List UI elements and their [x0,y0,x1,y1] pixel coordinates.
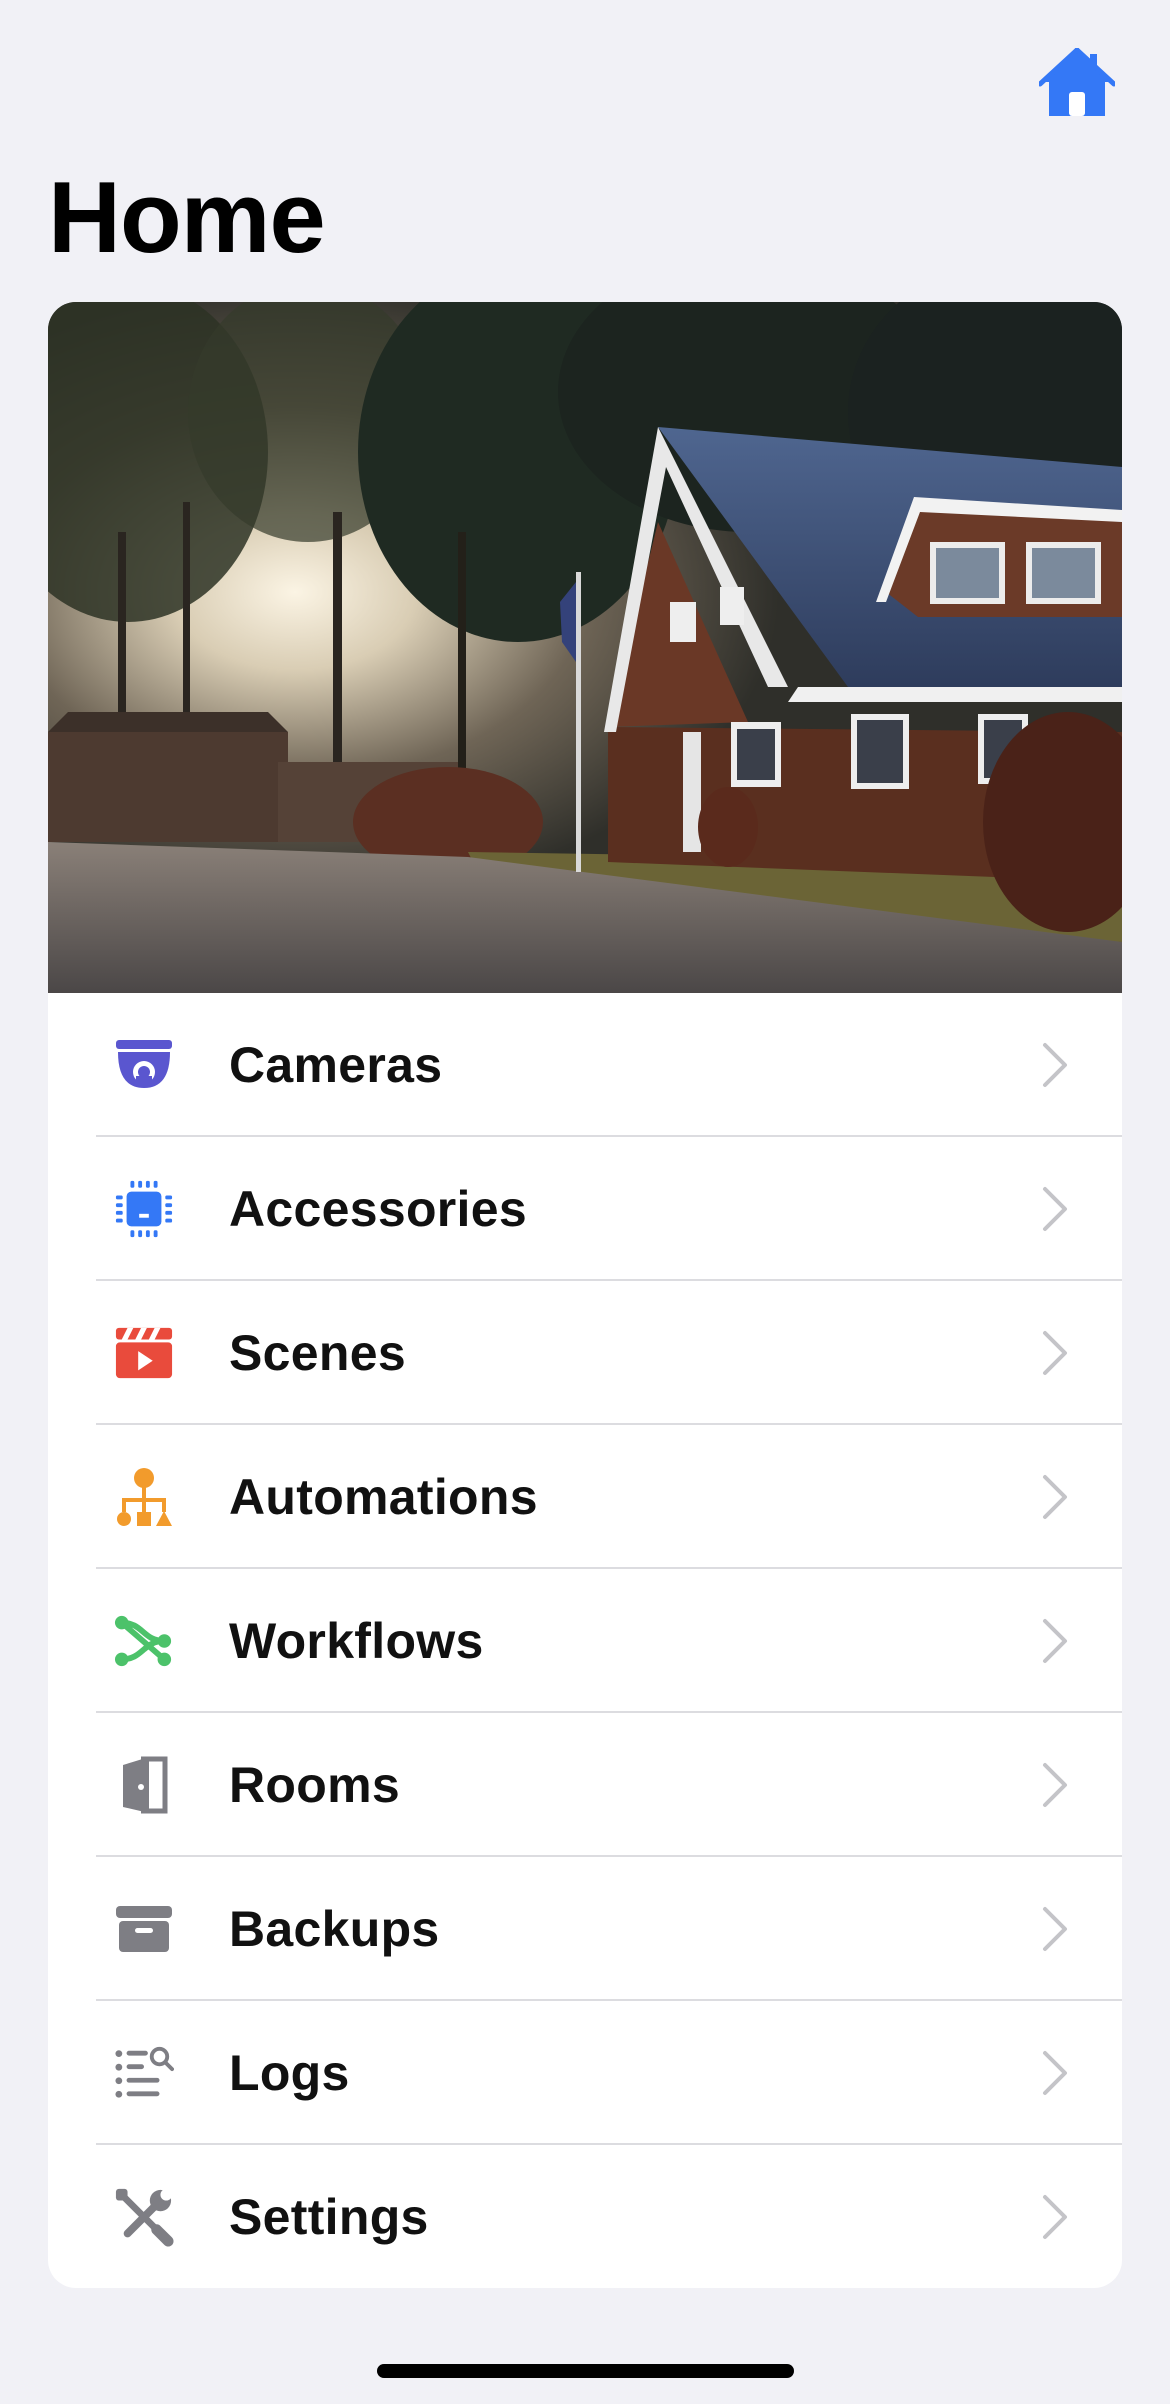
menu-item-label: Cameras [229,1037,443,1093]
menu-list: Cameras Accessories Scenes Automations W… [48,993,1122,2288]
chevron-right-icon [1043,1619,1067,1663]
menu-item-cameras[interactable]: Cameras [48,993,1122,1137]
menu-item-label: Accessories [229,1181,527,1237]
menu-item-accessories[interactable]: Accessories [48,1137,1122,1281]
share-nodes-icon [114,1611,174,1671]
menu-item-rooms[interactable]: Rooms [48,1713,1122,1857]
chevron-right-icon [1043,1043,1067,1087]
chevron-right-icon [1043,1763,1067,1807]
menu-item-workflows[interactable]: Workflows [48,1569,1122,1713]
menu-item-label: Workflows [229,1613,484,1669]
door-open-icon [114,1755,174,1815]
menu-item-scenes[interactable]: Scenes [48,1281,1122,1425]
chevron-right-icon [1043,2195,1067,2239]
list-search-icon [114,2043,174,2103]
chevron-right-icon [1043,1475,1067,1519]
house-fill-icon [1039,48,1115,116]
chip-icon [114,1179,174,1239]
home-indicator[interactable] [377,2364,794,2378]
menu-item-settings[interactable]: Settings [48,2145,1122,2288]
clapperboard-play-icon [114,1323,174,1383]
security-camera-icon [114,1035,174,1095]
hierarchy-shapes-icon [114,1467,174,1527]
home-button[interactable] [1036,42,1118,124]
archive-box-icon [114,1899,174,1959]
menu-item-label: Settings [229,2189,429,2245]
wrench-screwdriver-icon [114,2187,174,2247]
menu-item-logs[interactable]: Logs [48,2001,1122,2145]
menu-item-label: Logs [229,2045,350,2101]
chevron-right-icon [1043,1907,1067,1951]
home-card: Cameras Accessories Scenes Automations W… [48,302,1122,2288]
menu-item-label: Rooms [229,1757,400,1813]
house-photo [48,302,1122,993]
page-title: Home [48,162,326,274]
menu-item-backups[interactable]: Backups [48,1857,1122,2001]
chevron-right-icon [1043,2051,1067,2095]
menu-item-label: Automations [229,1469,538,1525]
chevron-right-icon [1043,1331,1067,1375]
menu-item-label: Backups [229,1901,440,1957]
menu-item-automations[interactable]: Automations [48,1425,1122,1569]
menu-item-label: Scenes [229,1325,406,1381]
chevron-right-icon [1043,1187,1067,1231]
